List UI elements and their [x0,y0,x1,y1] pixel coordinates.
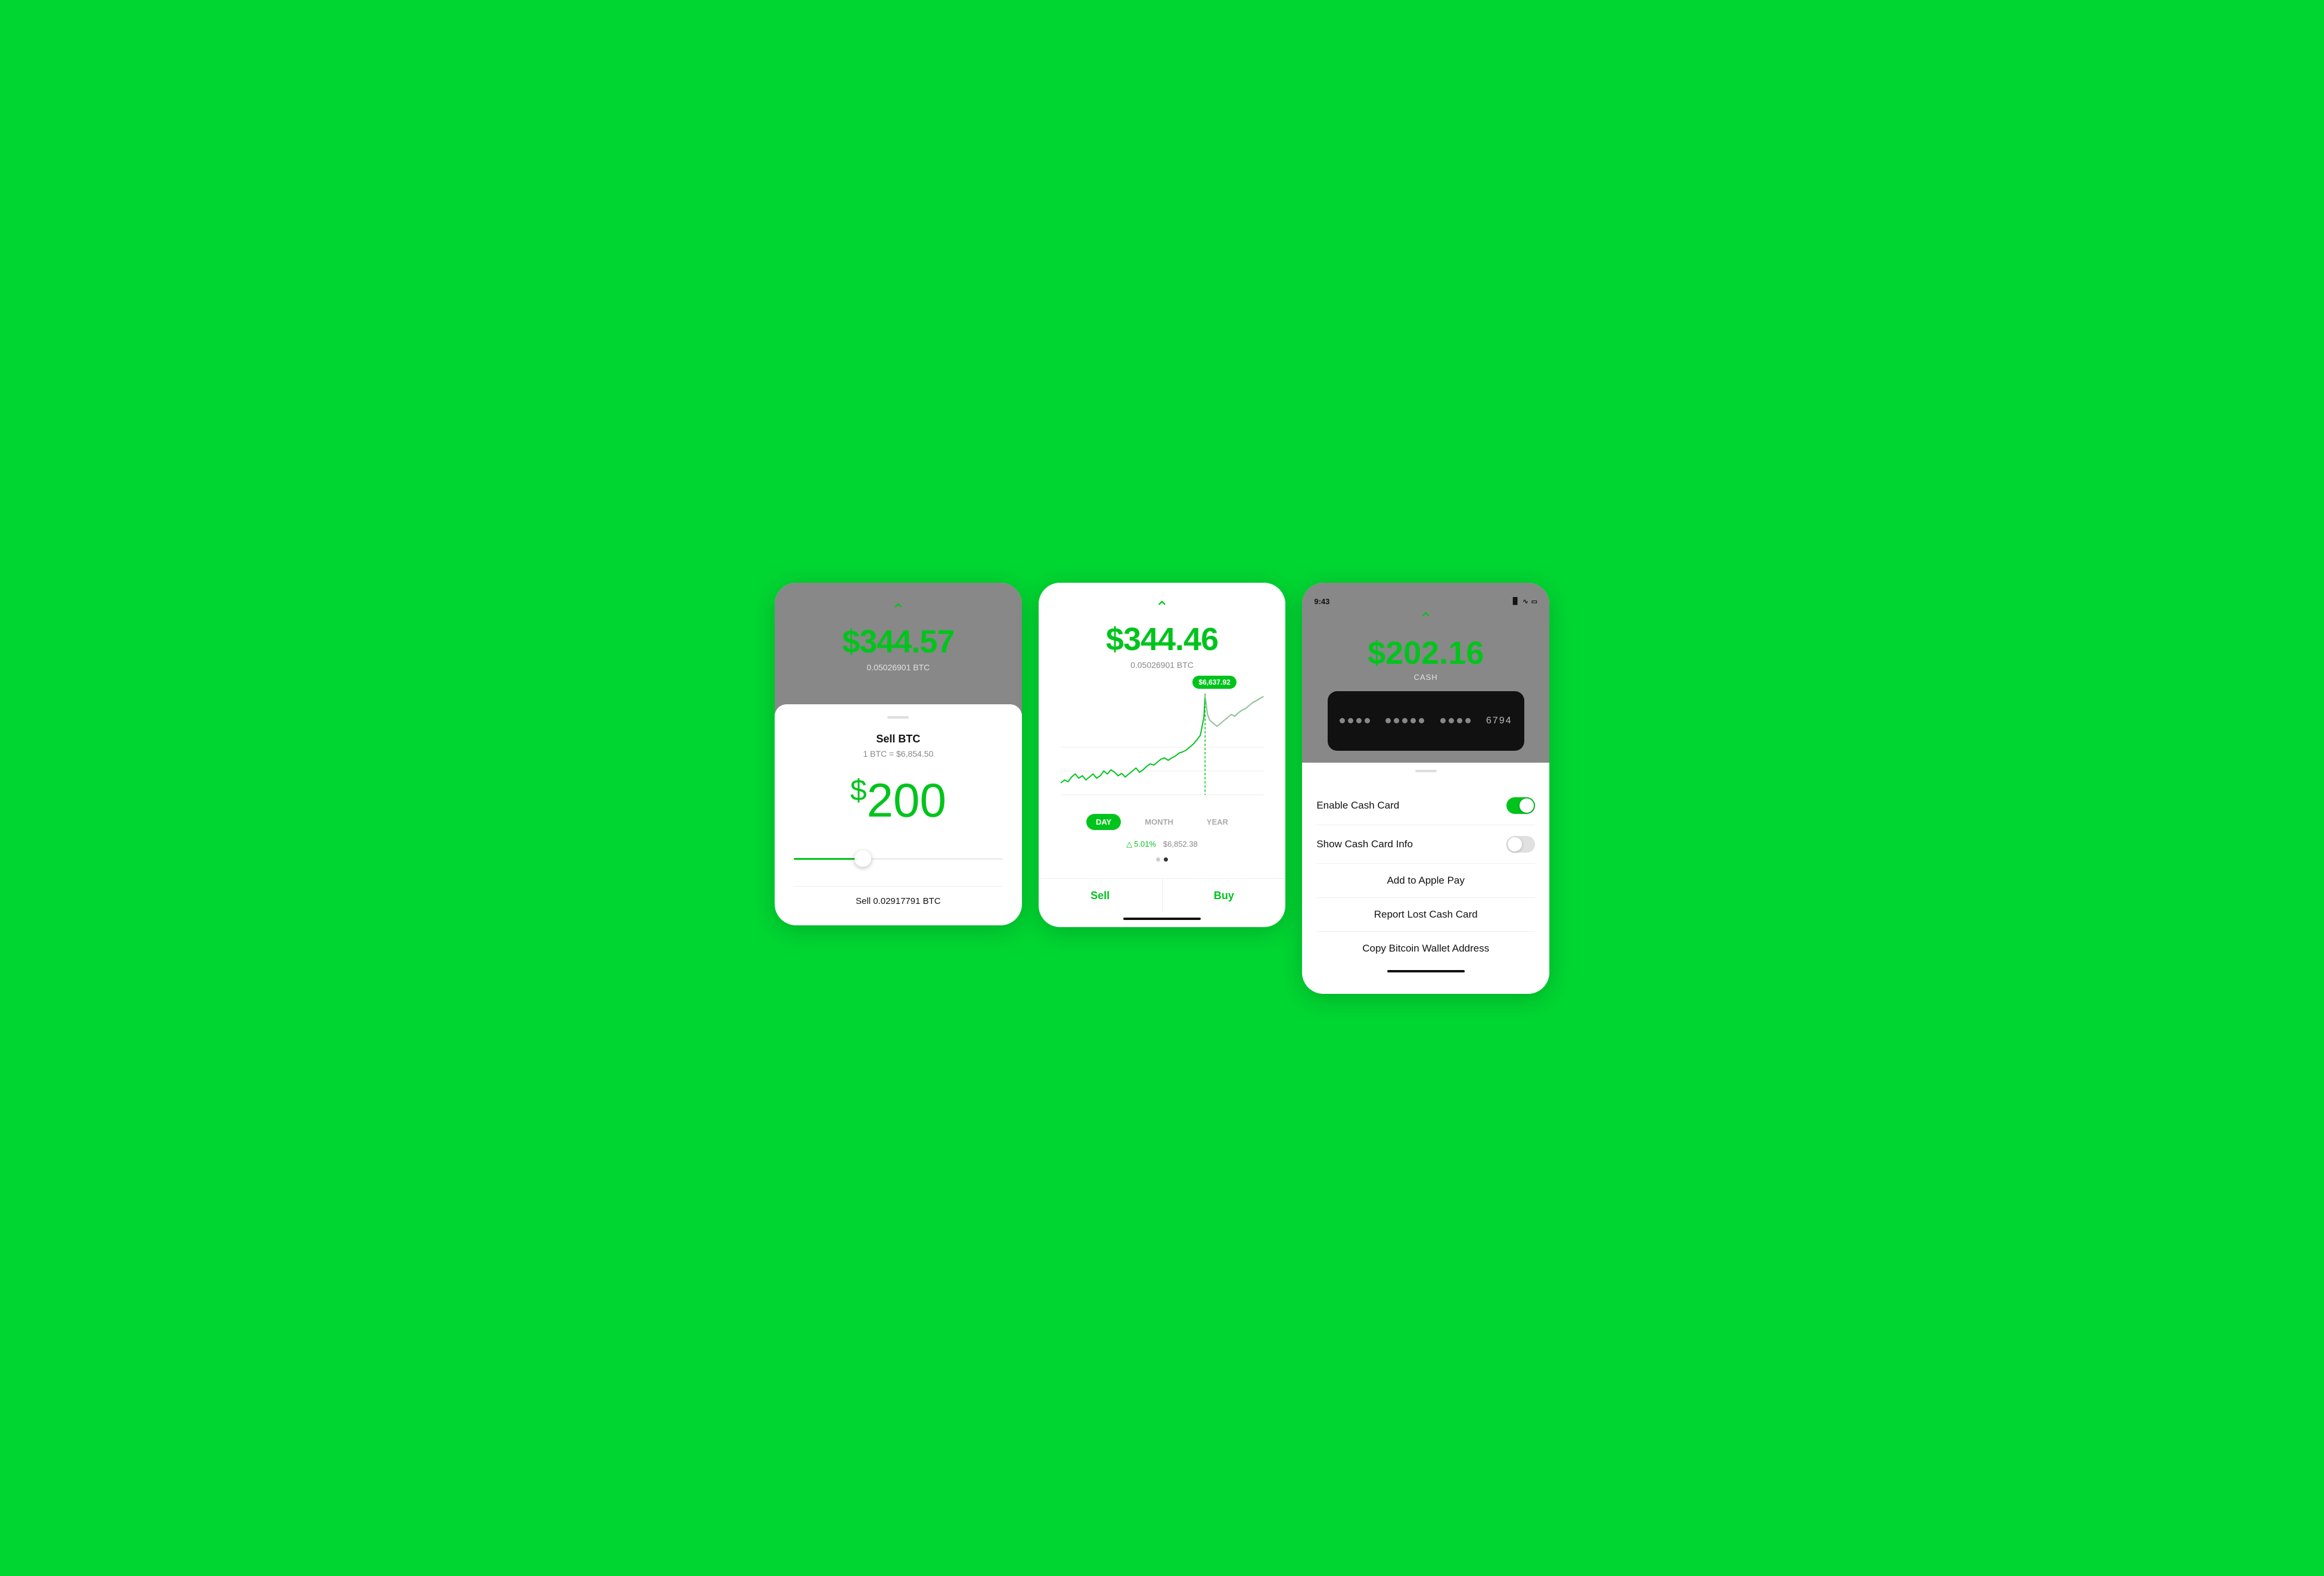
sell-title: Sell BTC [794,733,1003,745]
sell-button[interactable]: Sell [1039,879,1162,913]
screen-sell-btc: ⌃ $344.57 0.05026901 BTC Sell BTC 1 BTC … [775,583,1022,926]
dot-1 [1156,857,1160,862]
cash-label: CASH [1414,673,1438,682]
sheet-drag-handle [1415,770,1437,772]
card-dot [1402,718,1408,723]
dollar-sign: $ [850,773,867,807]
time-btn-day[interactable]: DAY [1086,814,1121,830]
status-icons: ▐▌ ∿ ▭ [1511,597,1537,606]
copy-bitcoin-label: Copy Bitcoin Wallet Address [1362,943,1489,954]
btc-chart-svg [1060,688,1264,807]
time-selector: DAY MONTH YEAR [1086,814,1238,830]
card-dot [1410,718,1416,723]
cash-card-sheet: Enable Cash Card Show Cash Card Info Add… [1302,763,1549,994]
card-dot [1419,718,1424,723]
amount-slider[interactable] [794,848,1003,869]
card-dot [1449,718,1454,723]
card-dot [1356,718,1362,723]
screen1-top-area: ⌃ $344.57 0.05026901 BTC [775,583,1022,714]
cash-amount: $202.16 [1368,635,1484,672]
status-time: 9:43 [1314,597,1329,606]
card-dot [1394,718,1399,723]
time-btn-month[interactable]: MONTH [1135,814,1183,830]
buy-button[interactable]: Buy [1162,879,1286,913]
screen3-top-area: 9:43 ▐▌ ∿ ▭ ⌃ $202.16 CASH [1302,583,1549,763]
sell-amount: $200 [794,775,1003,825]
add-apple-pay-label: Add to Apple Pay [1387,875,1464,886]
slider-thumb[interactable] [855,850,871,867]
time-btn-year[interactable]: YEAR [1197,814,1238,830]
toggle-thumb-2 [1508,837,1522,851]
card-dot [1340,718,1345,723]
menu-item-apple-pay[interactable]: Add to Apple Pay [1316,864,1535,897]
card-last-four: 6794 [1486,716,1512,726]
chevron-up-icon-2[interactable]: ⌃ [1155,599,1169,616]
show-cash-card-info-toggle[interactable] [1506,836,1535,853]
screen-cash-card: 9:43 ▐▌ ∿ ▭ ⌃ $202.16 CASH [1302,583,1549,994]
battery-icon: ▭ [1531,598,1537,605]
signal-icon: ▐▌ [1511,598,1520,605]
toggle-thumb [1520,798,1534,813]
card-dot [1465,718,1471,723]
drag-handle [887,716,909,719]
wifi-icon: ∿ [1523,598,1528,605]
menu-item-show-info: Show Cash Card Info [1316,825,1535,863]
card-dot [1348,718,1353,723]
dots-indicator [1156,857,1168,862]
card-dot [1457,718,1462,723]
btc-sub-amount: 0.05026901 BTC [866,663,930,672]
status-bar: 9:43 ▐▌ ∿ ▭ [1314,597,1537,606]
pct-up: △ 5.01% [1126,840,1156,849]
btc-dollar-amount: $344.57 [842,623,954,660]
card-dot [1365,718,1370,723]
chart-stats: △ 5.01% $6,852.38 [1126,840,1198,849]
report-lost-label: Report Lost Cash Card [1374,909,1478,920]
enable-cash-card-label: Enable Cash Card [1316,800,1399,812]
card-dots-1 [1340,718,1370,723]
screen-chart: ⌃ $344.46 0.05026901 BTC $6,637.92 [1039,583,1286,927]
pct-value: 5.01% [1134,840,1156,848]
home-indicator-3 [1387,970,1465,972]
enable-cash-card-toggle[interactable] [1506,797,1535,814]
chart-price-bubble: $6,637.92 [1192,676,1236,689]
menu-item-enable-card: Enable Cash Card [1316,787,1535,825]
sell-rate: 1 BTC = $6,854.50 [794,749,1003,759]
card-dot [1440,718,1446,723]
sell-btc-label: Sell 0.02917791 BTC [794,896,1003,906]
dot-2 [1164,857,1168,862]
chart-btc-sub: 0.05026901 BTC [1130,660,1194,670]
screens-container: ⌃ $344.57 0.05026901 BTC Sell BTC 1 BTC … [775,583,1549,994]
card-dot [1385,718,1391,723]
home-indicator [1123,918,1201,920]
menu-item-copy-bitcoin[interactable]: Copy Bitcoin Wallet Address [1316,932,1535,965]
stat-price: $6,852.38 [1163,840,1198,848]
slider-track [794,858,1003,860]
chart-dollar-amount: $344.46 [1106,621,1218,658]
show-cash-card-info-label: Show Cash Card Info [1316,838,1413,850]
card-dots-3 [1440,718,1471,723]
chevron-up-icon-3[interactable]: ⌃ [1419,611,1433,627]
screen2-top-area: ⌃ $344.46 0.05026901 BTC $6,637.92 [1039,583,1286,878]
chevron-up-icon[interactable]: ⌃ [891,602,905,618]
up-arrow-icon: △ [1126,840,1132,849]
divider [794,886,1003,887]
sell-amount-value: 200 [867,773,946,826]
card-dots-2 [1385,718,1424,723]
menu-item-report-lost[interactable]: Report Lost Cash Card [1316,898,1535,931]
sell-btc-text: Sell 0.02917791 BTC [856,896,941,906]
cash-card: 6794 [1328,691,1524,751]
chart-area: $6,637.92 [1051,670,1274,807]
screen1-bottom-sheet: Sell BTC 1 BTC = $6,854.50 $200 Sell 0.0… [775,704,1022,926]
screen2-actions: Sell Buy [1039,878,1286,913]
